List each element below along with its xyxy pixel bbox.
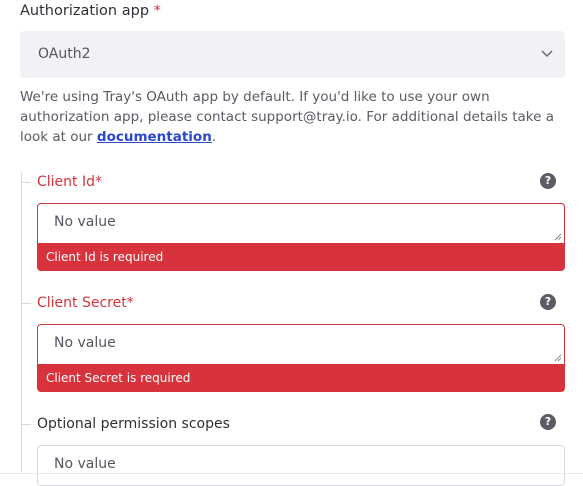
documentation-link[interactable]: documentation: [97, 129, 212, 145]
client-id-label: Client Id*: [37, 174, 102, 190]
authorization-app-label: Authorization app *: [20, 3, 161, 19]
client-id-help-icon[interactable]: ?: [540, 173, 556, 189]
client-id-placeholder: No value: [54, 214, 116, 230]
client-secret-placeholder: No value: [54, 335, 116, 351]
authorization-app-select[interactable]: OAuth2: [20, 31, 565, 78]
client-secret-help-icon[interactable]: ?: [540, 294, 556, 310]
client-secret-error-message: Client Secret is required: [37, 365, 565, 392]
resize-handle-icon[interactable]: [554, 354, 562, 362]
fields-tree-line: [21, 172, 22, 472]
authorization-app-label-text: Authorization app: [20, 3, 150, 19]
tree-tick: [21, 303, 31, 304]
resize-handle-icon[interactable]: [554, 233, 562, 241]
description-end: .: [211, 129, 217, 145]
client-id-input[interactable]: No value: [37, 203, 565, 244]
permission-scopes-input[interactable]: No value: [37, 445, 565, 486]
required-marker: *: [153, 3, 161, 19]
permission-scopes-placeholder: No value: [54, 456, 116, 472]
tree-tick: [21, 424, 31, 425]
tree-tick: [21, 182, 31, 183]
permission-scopes-label: Optional permission scopes: [37, 416, 230, 432]
client-id-error-message: Client Id is required: [37, 244, 565, 271]
bottom-divider: [0, 473, 583, 474]
authorization-app-description: We're using Tray's OAuth app by default.…: [20, 87, 565, 147]
chevron-down-icon: [541, 50, 553, 58]
client-secret-input[interactable]: No value: [37, 324, 565, 365]
permission-scopes-help-icon[interactable]: ?: [540, 414, 556, 430]
authorization-app-selected-value: OAuth2: [38, 46, 91, 62]
client-secret-label: Client Secret*: [37, 295, 134, 311]
